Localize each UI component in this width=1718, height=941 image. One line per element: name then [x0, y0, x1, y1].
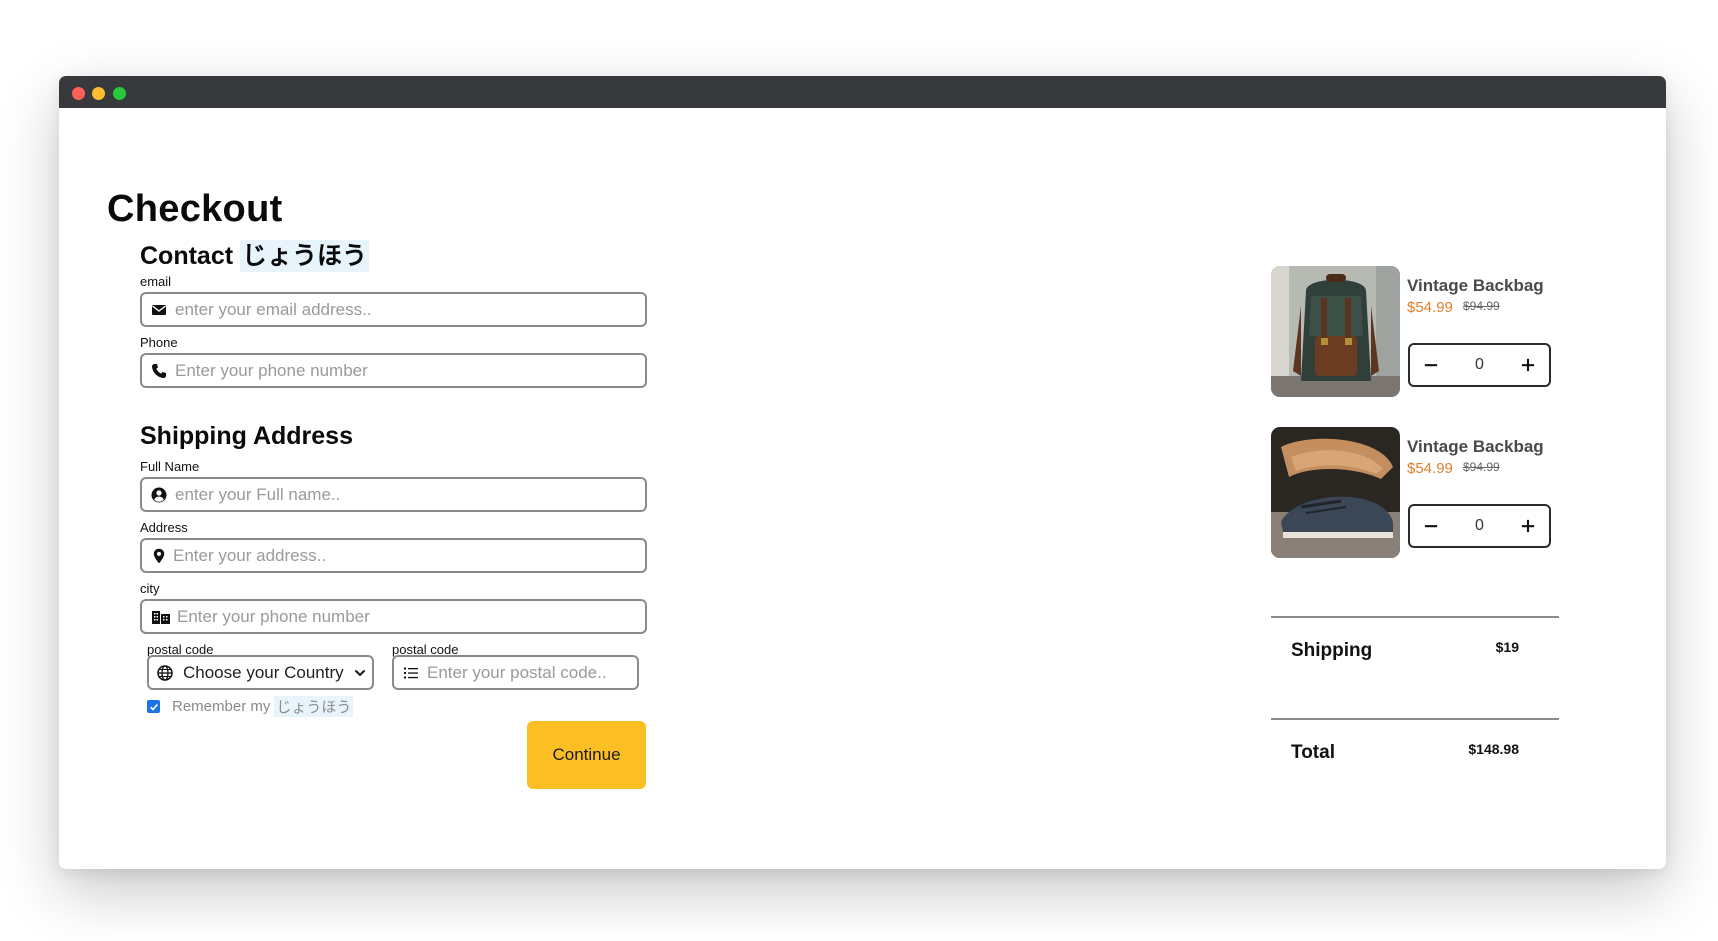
contact-heading: Contact じょうほう — [140, 236, 370, 272]
city-icon — [151, 609, 171, 625]
cart-item-name: Vintage Backbag — [1407, 276, 1544, 295]
plus-icon[interactable] — [1519, 356, 1537, 374]
cart-item-name: Vintage Backbag — [1407, 437, 1544, 456]
maximize-window-button[interactable] — [113, 87, 126, 100]
summary-divider — [1271, 718, 1559, 720]
country-select[interactable]: Choose your Country — [147, 655, 374, 690]
email-input[interactable] — [175, 294, 645, 325]
full-name-field[interactable] — [140, 477, 647, 512]
total-value: $148.98 — [1468, 741, 1519, 757]
envelope-icon — [151, 302, 167, 318]
shipping-label: Shipping — [1291, 640, 1373, 661]
window-titlebar — [59, 76, 1666, 108]
shoes-photo — [1271, 427, 1400, 558]
list-icon — [403, 665, 419, 681]
map-pin-icon — [151, 548, 167, 564]
continue-button[interactable]: Continue — [527, 721, 646, 789]
browser-window: Checkout Contact じょうほう email Phone Shipp… — [59, 76, 1666, 869]
shipping-heading: Shipping Address — [140, 422, 353, 450]
minus-icon[interactable] — [1422, 356, 1440, 374]
remember-label: Remember my — [172, 698, 271, 715]
minimize-window-button[interactable] — [92, 87, 105, 100]
quantity-stepper: 0 — [1408, 343, 1551, 387]
contact-heading-text: Contact — [140, 242, 240, 270]
phone-label: Phone — [140, 335, 178, 350]
cart-item-old-price: $94.99 — [1463, 299, 1500, 313]
address-field[interactable] — [140, 538, 647, 573]
remember-me[interactable]: Remember my じょうほう — [147, 696, 354, 717]
country-selected-value: Choose your Country — [183, 662, 344, 682]
page-title: Checkout — [107, 188, 283, 230]
email-label: email — [140, 274, 172, 289]
contact-heading-highlight: じょうほう — [240, 240, 370, 272]
phone-field[interactable] — [140, 353, 647, 388]
cart-item-price: $54.99 — [1407, 299, 1453, 316]
quantity-value: 0 — [1475, 517, 1484, 534]
address-input[interactable] — [173, 540, 645, 571]
full-name-input[interactable] — [175, 479, 645, 510]
cart-item-price: $54.99 — [1407, 460, 1453, 477]
email-field[interactable] — [140, 292, 647, 327]
shipping-value: $19 — [1495, 639, 1519, 655]
phone-icon — [151, 363, 167, 379]
user-circle-icon — [151, 487, 167, 503]
quantity-value: 0 — [1475, 356, 1484, 373]
summary-divider — [1271, 616, 1559, 618]
globe-icon — [157, 664, 173, 681]
cart-item: Vintage Backbag $54.99 $94.99 0 — [1271, 427, 1571, 558]
city-input[interactable] — [177, 601, 645, 632]
city-field[interactable] — [140, 599, 647, 634]
address-label: Address — [140, 520, 188, 535]
cart-item: Vintage Backbag $54.99 $94.99 0 — [1271, 266, 1571, 397]
city-label: city — [140, 581, 160, 596]
chevron-down-icon — [354, 667, 366, 679]
minus-icon[interactable] — [1422, 517, 1440, 535]
plus-icon[interactable] — [1519, 517, 1537, 535]
cart-item-old-price: $94.99 — [1463, 460, 1500, 474]
backpack-photo — [1271, 266, 1400, 397]
postal-code-field[interactable] — [392, 655, 639, 690]
remember-checkbox[interactable] — [147, 700, 160, 713]
postal-code-input[interactable] — [427, 662, 637, 683]
phone-input[interactable] — [175, 355, 645, 386]
remember-label-highlight: じょうほう — [274, 696, 354, 717]
quantity-stepper: 0 — [1408, 504, 1551, 548]
total-label: Total — [1291, 742, 1335, 763]
full-name-label: Full Name — [140, 459, 200, 474]
close-window-button[interactable] — [72, 87, 85, 100]
